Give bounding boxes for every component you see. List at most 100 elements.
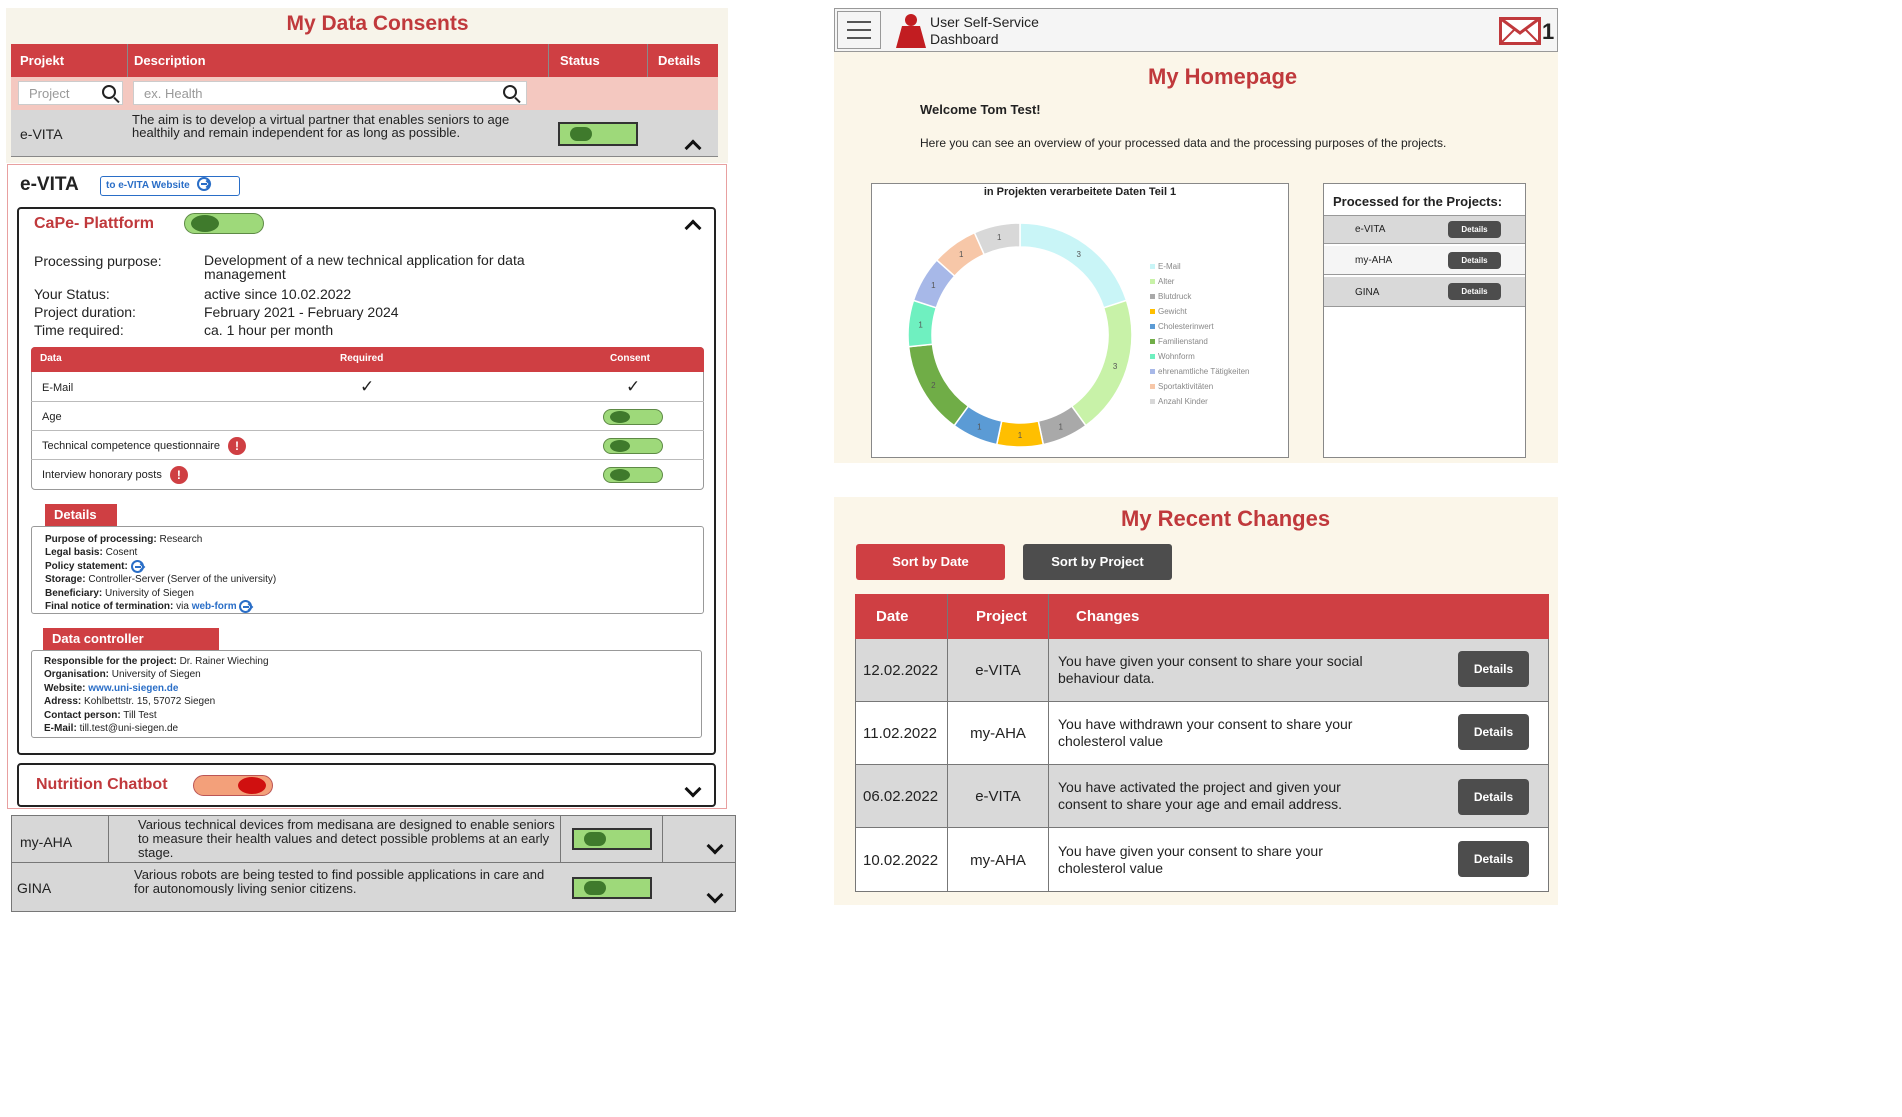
processed-title: Processed for the Projects: bbox=[1333, 194, 1503, 209]
app-title-line2: Dashboard bbox=[930, 31, 999, 47]
info-label-purpose: Processing purpose: bbox=[34, 253, 162, 269]
cape-toggle[interactable] bbox=[184, 213, 264, 234]
col-divider bbox=[947, 594, 948, 892]
controller-key: Contact person: bbox=[44, 709, 121, 721]
controller-item: Adress: Kohlbettstr. 15, 57072 Siegen bbox=[44, 695, 269, 708]
legend-label: Anzahl Kinder bbox=[1158, 397, 1208, 406]
details-item: Purpose of processing: Research bbox=[45, 533, 276, 546]
details-key: Purpose of processing: bbox=[45, 534, 157, 545]
legend-entry: Wohnform bbox=[1150, 349, 1249, 364]
change-text: You have given your consent to share you… bbox=[1058, 653, 1363, 686]
details-value: Controller-Server (Server of the univers… bbox=[88, 574, 277, 586]
mail-icon[interactable] bbox=[1499, 17, 1541, 45]
legend-label: Gewicht bbox=[1158, 307, 1187, 316]
age-consent-toggle[interactable] bbox=[603, 409, 663, 425]
processed-details-button[interactable]: Details bbox=[1448, 252, 1501, 269]
info-value-time: ca. 1 hour per month bbox=[204, 322, 334, 338]
controller-item: Website: www.uni-siegen.de bbox=[44, 682, 269, 695]
toggle-knob bbox=[584, 832, 606, 846]
change-project: my-AHA bbox=[970, 725, 1026, 742]
web-form-link[interactable]: web-form bbox=[192, 601, 237, 612]
controller-item: Contact person: Till Test bbox=[44, 709, 269, 722]
date-col-header: Date bbox=[876, 608, 909, 625]
search-icon-handle bbox=[113, 96, 120, 104]
change-project: e-VITA bbox=[975, 788, 1021, 805]
arrow-right-icon[interactable] bbox=[239, 600, 253, 614]
myaha-status-toggle[interactable] bbox=[572, 828, 652, 850]
tech-consent-toggle[interactable] bbox=[603, 438, 663, 454]
info-icon[interactable]: ! bbox=[227, 437, 246, 455]
details-item: Beneficiary: University of Siegen bbox=[45, 587, 276, 600]
legend-label: Blutdruck bbox=[1158, 292, 1192, 301]
website-link[interactable]: www.uni-siegen.de bbox=[88, 683, 178, 694]
project-filter-input[interactable]: Project bbox=[18, 81, 123, 105]
arrow-right-icon[interactable] bbox=[130, 559, 144, 573]
data-row-label-wrap: Interview honorary posts! bbox=[42, 466, 188, 484]
legend-label: Sportaktivitäten bbox=[1158, 382, 1214, 391]
details-tab: Details bbox=[45, 504, 117, 526]
changes-table-header bbox=[855, 594, 1549, 639]
consents-title: My Data Consents bbox=[286, 12, 469, 35]
controller-key: Responsible for the project: bbox=[44, 656, 177, 667]
arrow-right-icon bbox=[196, 177, 211, 191]
change-text: You have activated the project and given… bbox=[1058, 779, 1343, 812]
details-key: Beneficiary: bbox=[45, 587, 103, 599]
change-details-button[interactable]: Details bbox=[1458, 841, 1529, 877]
checkmark-icon[interactable]: ✓ bbox=[626, 377, 640, 397]
chatbot-toggle[interactable] bbox=[193, 775, 273, 796]
processed-details-button[interactable]: Details bbox=[1448, 221, 1501, 238]
app-title: User Self-Service Dashboard bbox=[930, 14, 1039, 48]
interview-consent-toggle[interactable] bbox=[603, 467, 663, 483]
gina-status-toggle[interactable] bbox=[572, 877, 652, 899]
evita-status-toggle[interactable] bbox=[558, 122, 638, 146]
project-row-name: GINA bbox=[17, 880, 52, 896]
legend-swatch bbox=[1150, 354, 1155, 360]
change-text: You have withdrawn your consent to share… bbox=[1058, 716, 1353, 749]
change-details-button[interactable]: Details bbox=[1458, 714, 1529, 750]
search-icon-handle bbox=[514, 96, 521, 104]
legend-entry: Blutdruck bbox=[1150, 289, 1249, 304]
controller-item: Organisation: University of Siegen bbox=[44, 668, 269, 681]
details-list: Purpose of processing: Research Legal ba… bbox=[45, 533, 276, 614]
info-icon[interactable]: ! bbox=[169, 466, 188, 484]
processed-details-button[interactable]: Details bbox=[1448, 283, 1501, 300]
controller-key: Organisation: bbox=[44, 669, 110, 681]
sort-by-date-button[interactable]: Sort by Date bbox=[856, 544, 1005, 580]
app-title-line1: User Self-Service bbox=[930, 14, 1039, 30]
col-details-header: Details bbox=[658, 53, 701, 68]
legend-entry: Gewicht bbox=[1150, 304, 1249, 319]
legend-entry: Familienstand bbox=[1150, 334, 1249, 349]
legend-label: Alter bbox=[1158, 277, 1175, 286]
legend-entry: Alter bbox=[1150, 274, 1249, 289]
donut-slice-Familienstand bbox=[907, 343, 970, 427]
changes-col-header: Changes bbox=[1076, 608, 1140, 625]
toggle-knob bbox=[610, 411, 630, 423]
donut-slice-value: 3 bbox=[1077, 250, 1082, 259]
consents-table-header bbox=[11, 44, 718, 77]
menu-icon[interactable] bbox=[837, 11, 881, 49]
change-details-button[interactable]: Details bbox=[1458, 651, 1529, 687]
legend-swatch bbox=[1150, 369, 1155, 375]
donut-slice-value: 1 bbox=[918, 321, 923, 330]
donut-chart: 3 3 1 1 1 2 1 1 1 1 bbox=[907, 222, 1133, 448]
sort-by-project-button[interactable]: Sort by Project bbox=[1023, 544, 1172, 580]
details-item: Policy statement: bbox=[45, 559, 276, 574]
app-logo-icon bbox=[896, 14, 926, 48]
info-label-status: Your Status: bbox=[34, 286, 110, 302]
donut-slice-value: 3 bbox=[1113, 362, 1118, 371]
legend-label: ehrenamtliche Tätigkeiten bbox=[1158, 367, 1250, 376]
project-col-header: Project bbox=[976, 608, 1027, 625]
info-value-purpose: Development of a new technical applicati… bbox=[204, 252, 525, 282]
donut-slice-value: 1 bbox=[931, 281, 936, 290]
details-value: University of Siegen bbox=[105, 587, 194, 599]
details-key: Final notice of termination: bbox=[45, 601, 174, 613]
description-filter-input[interactable]: ex. Health bbox=[133, 81, 527, 105]
evita-website-link[interactable]: to e-VITA Website bbox=[100, 176, 240, 196]
intro-text: Here you can see an overview of your pro… bbox=[920, 136, 1447, 150]
change-details-button[interactable]: Details bbox=[1458, 779, 1529, 815]
legend-swatch bbox=[1150, 279, 1155, 285]
change-date: 10.02.2022 bbox=[863, 852, 939, 869]
legend-entry: Cholesterinwert bbox=[1150, 319, 1249, 334]
col-projekt-header: Projekt bbox=[20, 53, 65, 68]
controller-value: Till Test bbox=[123, 709, 157, 721]
